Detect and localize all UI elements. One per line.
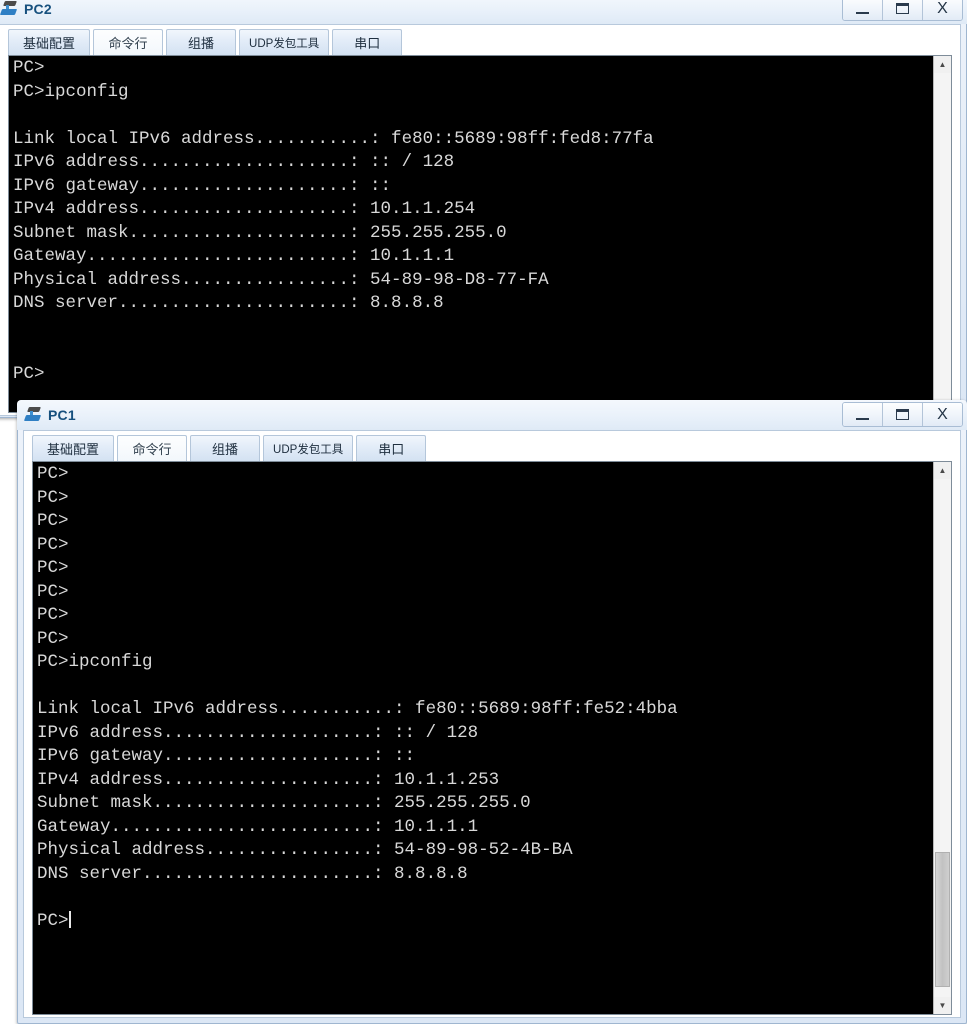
- window-title-pc2: PC2: [24, 0, 52, 17]
- console-prompt-line-pc1: PC>: [37, 910, 933, 934]
- window-pc2[interactable]: PC2 X 基础配置 命令行 组播 UDP发包工具 串口 PC> PC>ipco…: [0, 0, 967, 418]
- maximize-button[interactable]: [883, 0, 923, 20]
- close-icon: X: [937, 405, 948, 423]
- console-prompt-pc1: PC>: [37, 910, 69, 931]
- client-area-pc2: 基础配置 命令行 组播 UDP发包工具 串口 PC> PC>ipconfig L…: [0, 24, 961, 416]
- window-buttons-pc1[interactable]: X: [842, 402, 963, 427]
- console-wrap-pc2: PC> PC>ipconfig Link local IPv6 address.…: [8, 55, 952, 413]
- console-text-pc1: PC> PC> PC> PC> PC> PC> PC> PC> PC>ipcon…: [37, 464, 678, 884]
- tab-udp-tool[interactable]: UDP发包工具: [239, 29, 330, 55]
- window-buttons-pc2[interactable]: X: [842, 0, 963, 21]
- console-output-pc1[interactable]: PC> PC> PC> PC> PC> PC> PC> PC> PC>ipcon…: [33, 462, 933, 1014]
- scrollbar-pc2[interactable]: [933, 56, 951, 412]
- scroll-up-icon[interactable]: [934, 56, 951, 73]
- titlebar-pc2[interactable]: PC2 X: [0, 0, 967, 24]
- close-icon: X: [937, 0, 948, 17]
- scrollbar-thumb-pc1[interactable]: [935, 851, 950, 987]
- scrollbar-pc1[interactable]: [933, 462, 951, 1014]
- close-button[interactable]: X: [923, 0, 962, 20]
- tab-basic-config[interactable]: 基础配置: [32, 435, 115, 461]
- console-wrap-pc1: PC> PC> PC> PC> PC> PC> PC> PC> PC>ipcon…: [32, 461, 952, 1015]
- tab-multicast[interactable]: 组播: [190, 435, 261, 461]
- minimize-button[interactable]: [843, 0, 883, 20]
- computer-icon: [23, 406, 44, 424]
- window-pc1[interactable]: PC1 X 基础配置 命令行 组播 UDP发包工具 串口 PC> PC> PC>…: [17, 400, 967, 1024]
- text-cursor: [68, 910, 71, 928]
- titlebar-pc1[interactable]: PC1 X: [17, 400, 967, 430]
- window-title-pc1: PC1: [48, 406, 76, 423]
- close-button[interactable]: X: [923, 403, 962, 426]
- tabstrip-pc1[interactable]: 基础配置 命令行 组播 UDP发包工具 串口: [24, 431, 960, 461]
- computer-icon: [0, 0, 20, 18]
- tab-command-line[interactable]: 命令行: [117, 435, 188, 461]
- console-text-pc2: PC> PC>ipconfig Link local IPv6 address.…: [13, 58, 654, 384]
- tab-serial-port[interactable]: 串口: [332, 29, 403, 55]
- console-output-pc2[interactable]: PC> PC>ipconfig Link local IPv6 address.…: [9, 56, 933, 412]
- tab-serial-port[interactable]: 串口: [356, 435, 427, 461]
- maximize-button[interactable]: [883, 403, 923, 426]
- tab-command-line[interactable]: 命令行: [93, 29, 164, 55]
- tabstrip-pc2[interactable]: 基础配置 命令行 组播 UDP发包工具 串口: [0, 25, 960, 55]
- client-area-pc1: 基础配置 命令行 组播 UDP发包工具 串口 PC> PC> PC> PC> P…: [23, 430, 961, 1018]
- tab-udp-tool[interactable]: UDP发包工具: [263, 435, 354, 461]
- scrollbar-track-pc1[interactable]: [934, 479, 951, 997]
- scrollbar-track-pc2[interactable]: [934, 73, 951, 412]
- tab-multicast[interactable]: 组播: [166, 29, 237, 55]
- scroll-up-icon[interactable]: [934, 462, 951, 479]
- tab-basic-config[interactable]: 基础配置: [8, 29, 91, 55]
- minimize-button[interactable]: [843, 403, 883, 426]
- scroll-down-icon[interactable]: [934, 997, 951, 1014]
